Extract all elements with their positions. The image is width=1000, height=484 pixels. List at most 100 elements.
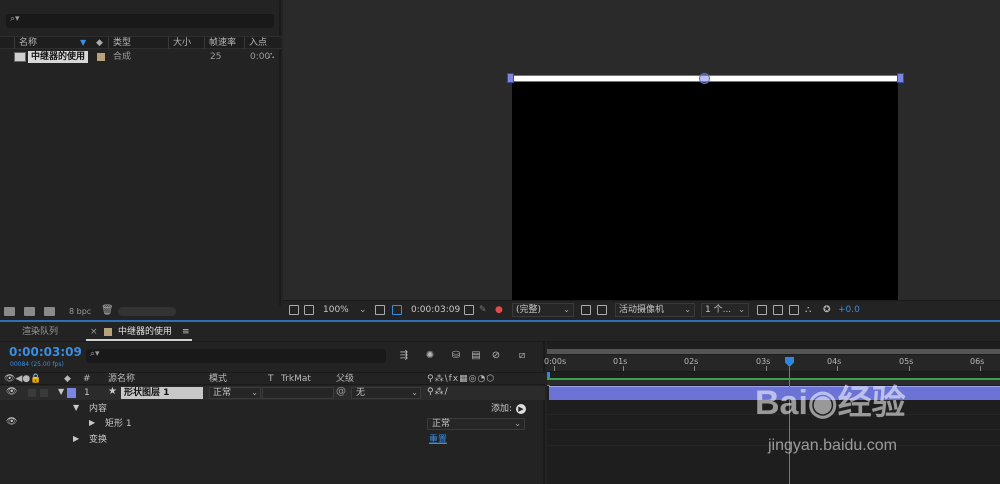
av-features-icons: 👁◀●🔒 [4,374,42,384]
ruler-tick-label: 04s [827,357,842,366]
solo-toggle[interactable] [28,389,36,397]
always-preview-icon[interactable] [289,305,299,315]
tab-render-queue[interactable]: 渲染队列 [22,326,58,338]
left-handle[interactable] [507,73,514,83]
resolution-select[interactable]: (完整) ⌄ [512,303,574,317]
toggle-transparency-icon[interactable] [597,305,607,315]
ruler-tick [909,366,910,371]
add-label: 添加: [491,404,513,414]
trash-icon[interactable]: 🗑 [101,305,114,316]
monitor-icon[interactable] [304,305,314,315]
frame-blending-icon[interactable]: ▤ [470,350,482,362]
label-col-icon [6,40,12,46]
reset-link[interactable]: 重置 [429,434,447,446]
toggle-pixel-aspect-icon[interactable] [757,305,767,315]
region-of-interest-icon[interactable] [581,305,591,315]
eye-icon[interactable]: 👁 [6,417,17,427]
rectangle-property-row[interactable]: 👁 ▶ 矩形 1 正常 ⌄ [0,417,545,431]
show-snapshot-icon[interactable]: ✎ [479,304,487,316]
comp-mini-flowchart-icon[interactable]: ⇶ [398,350,410,362]
project-scrollbar[interactable] [118,307,176,316]
transform-property-row[interactable]: ▶ 变换 重置 [0,433,545,447]
pick-whip-icon[interactable]: @ [336,386,346,397]
col-t[interactable]: T [268,373,274,385]
tab-composition[interactable]: 中继器的使用 [118,326,172,338]
layer-name[interactable]: 形状图层 1 [121,387,203,399]
draft-3d-icon[interactable]: ✺ [424,350,436,362]
col-trkmat[interactable]: TrkMat [281,373,311,385]
bit-depth-label[interactable]: 8 bpc [69,306,91,317]
current-time-display[interactable]: 0:00:03:09 [9,345,82,359]
ruler-tick-label: 06s [970,357,985,366]
camera-snapshot-icon[interactable] [464,305,474,315]
ruler-tick [980,366,981,371]
ruler-tick [766,366,767,371]
layer-label-color[interactable] [67,388,76,398]
parent-select[interactable]: 无 ⌄ [351,387,421,399]
col-mode[interactable]: 模式 [209,373,227,385]
flowchart-icon[interactable]: ⛬ [268,51,274,61]
label-color-swatch[interactable] [97,53,105,61]
collapse-triangle-icon[interactable]: ▶ [73,434,79,443]
exposure-reset-icon[interactable]: ✪ [823,304,831,316]
resolution-grid-icon[interactable] [375,305,385,315]
project-item-row[interactable]: 中继器的使用 合成 25 0:00 ⛬ [0,50,281,64]
fast-previews-icon[interactable] [773,305,783,315]
shy-layers-icon[interactable]: ⛁ [450,350,462,362]
channel-icon[interactable]: ● [495,304,503,316]
project-search-input[interactable]: ⌕▾ [6,14,274,28]
contents-property-row[interactable]: ▼ 内容 添加: ▶ [0,402,545,416]
transparency-grid-icon[interactable] [392,305,402,315]
ruler-tick-label: 03s [756,357,771,366]
layer-switches[interactable]: ⚲⁂/ [427,387,449,397]
sort-desc-icon[interactable]: ▼ [80,37,86,49]
rectangle-mode-value: 正常 [432,419,451,429]
new-folder-icon[interactable] [24,307,35,316]
time-ruler[interactable]: 0:00s 01s 02s 03s 04s 05s 06s [544,355,1000,372]
timeline-icon[interactable] [789,305,799,315]
work-area-bar[interactable] [547,349,1000,354]
exposure-value[interactable]: +0.0 [838,304,860,316]
project-footer: 8 bpc 🗑 [0,305,281,318]
col-fps[interactable]: 帧速率 [204,37,244,49]
composition-viewer[interactable] [283,0,1000,318]
new-composition-icon[interactable] [44,307,55,316]
col-in-point[interactable]: 入点 [244,37,281,49]
add-button[interactable]: ▶ [516,404,526,414]
col-source-name[interactable]: 源名称 [108,373,135,385]
timeline-search-input[interactable]: ⌕▾ [86,349,386,363]
expand-triangle-icon[interactable]: ▼ [58,387,64,396]
viewer-timecode[interactable]: 0:00:03:09 [411,304,460,316]
lock-toggle[interactable] [40,389,48,397]
collapse-triangle-icon[interactable]: ▶ [89,418,95,427]
ruler-tick [554,366,555,371]
layer-column-header: 👁◀●🔒 ◆ # 源名称 模式 T TrkMat 父级 ⚲⁂\fx▦◎◔⬡ [0,372,545,385]
col-parent[interactable]: 父级 [336,373,354,385]
project-item-name: 中继器的使用 [28,51,89,63]
interpret-footage-icon[interactable] [4,307,15,316]
col-number[interactable]: # [83,373,91,385]
camera-select[interactable]: 活动摄像机 ⌄ [615,303,695,317]
layer-row[interactable]: 👁 ▼ 1 ★ 形状图层 1 正常 ⌄ @ 无 ⌄ ⚲⁂/ [0,386,545,400]
close-icon[interactable]: × [90,326,98,338]
rectangle-mode-select[interactable]: 正常 ⌄ [427,418,525,430]
col-size[interactable]: 大小 [168,37,204,49]
panel-menu-icon[interactable]: ≡ [182,326,190,338]
view-layout-select[interactable]: 1 个... ⌄ [701,303,749,317]
comp-label-swatch [104,328,112,336]
zoom-level[interactable]: 100% [323,304,349,316]
chevron-down-icon: ⌄ [684,305,691,314]
motion-blur-icon[interactable]: ⊘ [490,350,502,362]
graph-editor-icon[interactable]: ⧄ [516,350,528,362]
composition-canvas[interactable] [512,79,898,300]
trkmat-select[interactable] [262,387,334,399]
zoom-dropdown-arrow[interactable]: ⌄ [359,304,367,316]
right-handle[interactable] [897,73,904,83]
watermark-logo: Bai◉经验 [755,384,906,422]
anchor-point-icon[interactable] [699,73,710,84]
eye-icon[interactable]: 👁 [6,387,17,397]
expand-triangle-icon[interactable]: ▼ [73,403,79,412]
layer-mode-select[interactable]: 正常 ⌄ [209,387,261,399]
col-type[interactable]: 类型 [108,37,168,49]
flowchart-icon[interactable]: ⛬ [805,304,811,316]
